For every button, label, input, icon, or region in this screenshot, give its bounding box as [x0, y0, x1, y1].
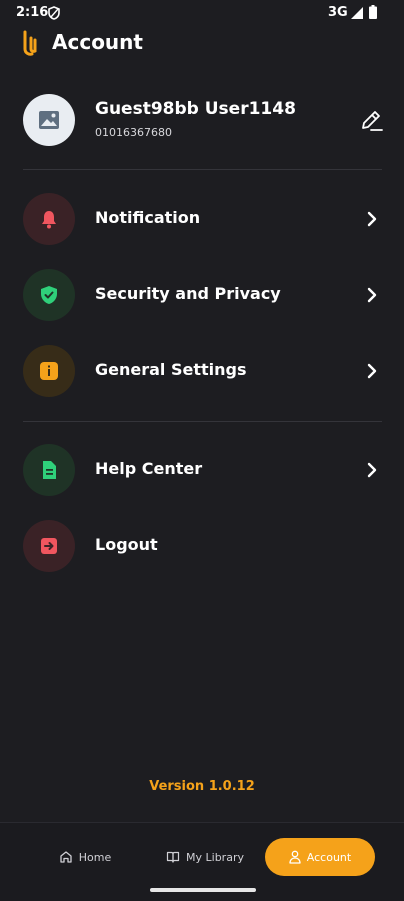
book-icon [166, 851, 180, 863]
logout-icon-badge [23, 520, 75, 572]
app-header: Account [0, 28, 404, 58]
profile-card: Guest98bb User1148 01016367680 [0, 92, 404, 150]
chevron-right-icon [367, 462, 377, 478]
network-type: 3G [328, 5, 348, 20]
image-placeholder-icon [39, 111, 59, 129]
divider [23, 421, 382, 422]
info-icon [40, 362, 58, 380]
menu-item-general-settings[interactable]: General Settings [0, 345, 404, 401]
nav-label: Home [78, 850, 112, 864]
page-title: Account [52, 30, 143, 54]
signal-icon [351, 7, 363, 19]
menu-label: Security and Privacy [95, 284, 281, 303]
edit-profile-icon[interactable] [358, 108, 384, 134]
user-icon [289, 850, 301, 864]
security-icon-badge [23, 269, 75, 321]
bottom-nav: Home My Library Account [0, 822, 404, 901]
logout-icon [41, 538, 57, 554]
menu-item-security-privacy[interactable]: Security and Privacy [0, 269, 404, 325]
nav-account[interactable]: Account [265, 838, 375, 876]
shield-check-icon [41, 286, 57, 304]
chevron-right-icon [367, 363, 377, 379]
menu-label: Help Center [95, 459, 203, 478]
nav-label: My Library [186, 850, 244, 864]
menu-label: Logout [95, 535, 158, 554]
bell-icon [42, 211, 56, 229]
profile-name: Guest98bb User1148 [95, 99, 296, 119]
menu-item-logout[interactable]: Logout [0, 520, 404, 576]
nav-label: Account [306, 850, 352, 864]
divider [23, 169, 382, 170]
menu-item-notification[interactable]: Notification [0, 193, 404, 249]
menu-label: Notification [95, 208, 201, 227]
chevron-right-icon [367, 211, 377, 227]
chevron-right-icon [367, 287, 377, 303]
app-logo-icon [23, 30, 37, 56]
help-icon-badge [23, 444, 75, 496]
avatar[interactable] [23, 94, 75, 146]
home-icon [60, 851, 72, 863]
settings-icon-badge [23, 345, 75, 397]
nav-my-library[interactable]: My Library [150, 838, 260, 876]
gesture-home-indicator[interactable] [150, 888, 256, 892]
profile-phone: 01016367680 [95, 126, 172, 139]
app-version: Version 1.0.12 [149, 779, 255, 794]
notification-icon-badge [23, 193, 75, 245]
status-time: 2:16 [16, 5, 49, 20]
menu-label: General Settings [95, 360, 247, 379]
status-bar: 2:16 3G [0, 0, 404, 26]
battery-icon [369, 5, 377, 19]
shield-status-icon [48, 6, 60, 20]
document-icon [43, 461, 56, 479]
nav-home[interactable]: Home [40, 838, 130, 876]
menu-item-help-center[interactable]: Help Center [0, 444, 404, 500]
